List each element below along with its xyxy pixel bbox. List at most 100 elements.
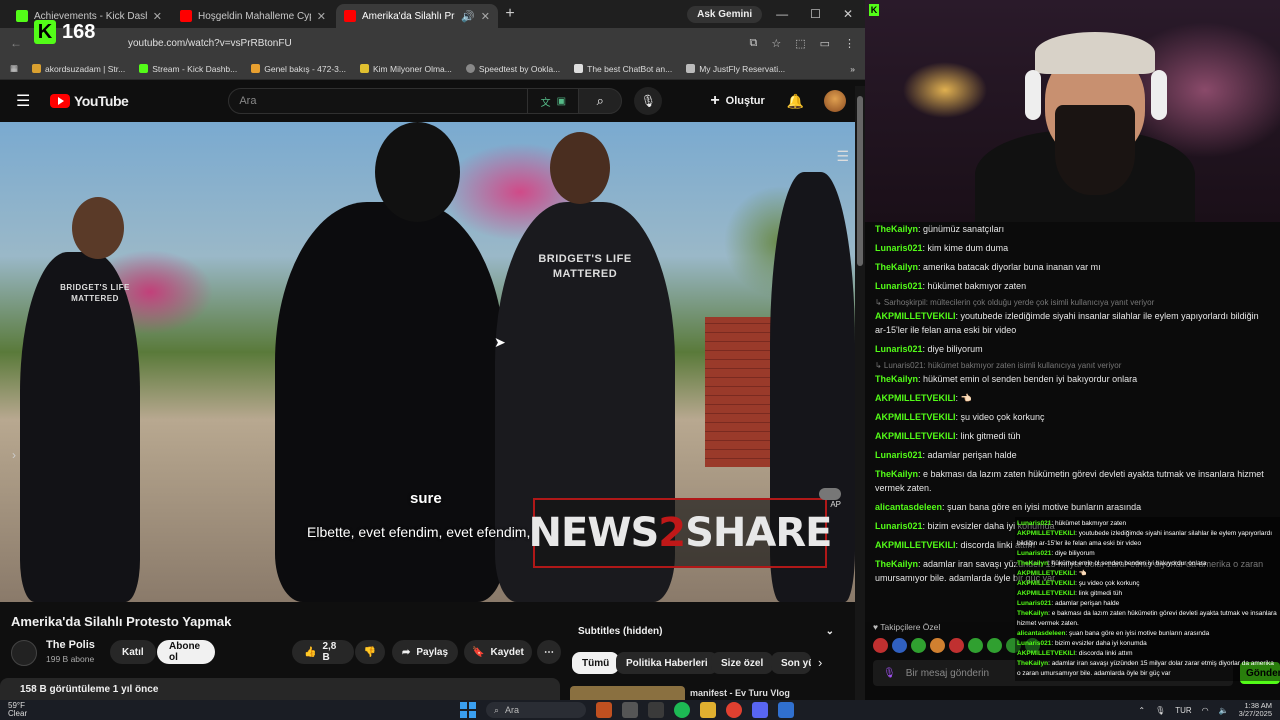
chip-politics[interactable]: Politika Haberleri — [616, 652, 718, 674]
emote-icon[interactable] — [968, 638, 983, 653]
search-button[interactable]: ⌕ — [578, 88, 623, 114]
folder-icon[interactable] — [700, 702, 716, 718]
tab-cypher[interactable]: Hoşgeldin Mahalleme Cypher - ✕ — [172, 4, 334, 28]
emote-icon[interactable] — [987, 638, 1002, 653]
chat-username[interactable]: TheKailyn — [875, 224, 918, 234]
new-tab-button[interactable]: + — [500, 5, 520, 23]
close-tab-icon[interactable]: ✕ — [481, 10, 490, 23]
chat-username[interactable]: Lunaris021 — [875, 521, 923, 531]
windows-start-icon[interactable] — [460, 702, 476, 718]
chat-username[interactable]: TheKailyn — [875, 469, 918, 479]
more-actions-button[interactable]: ⋯ — [537, 640, 561, 664]
back-icon[interactable]: ← — [10, 36, 22, 50]
mic-tray-icon[interactable]: 🎙 — [1155, 706, 1165, 715]
chevron-right-icon[interactable]: › — [818, 655, 822, 670]
emote-icon[interactable] — [930, 638, 945, 653]
recommended-thumbnail[interactable] — [570, 686, 685, 700]
hamburger-menu-icon[interactable]: ☰ — [16, 91, 34, 111]
volume-icon[interactable]: 🔈 — [1219, 706, 1229, 715]
taskbar-search[interactable]: ⌕ Ara — [486, 702, 586, 718]
language-indicator[interactable]: TUR — [1175, 706, 1191, 715]
bookmark-item[interactable]: Speedtest by Ookla... — [465, 64, 560, 74]
voice-search-button[interactable]: 🎙 — [634, 87, 663, 115]
share-button[interactable]: ➦ Paylaş — [392, 640, 458, 664]
recommended-title[interactable]: manifest - Ev Turu Vlog — [690, 688, 790, 698]
bookmarks-more-icon[interactable]: » — [850, 64, 855, 74]
chip-all[interactable]: Tümü — [572, 652, 620, 674]
clock[interactable]: 1:38 AM 3/27/2025 — [1239, 702, 1272, 718]
discord-icon[interactable] — [752, 702, 768, 718]
close-window-icon[interactable]: ✕ — [843, 7, 853, 21]
weather-widget[interactable]: 59°F Clear — [8, 702, 27, 718]
dislike-button[interactable]: 👎 — [355, 640, 385, 664]
video-menu-icon[interactable]: ☰ — [836, 148, 849, 165]
screen-icon[interactable]: ▣ — [557, 96, 566, 107]
scrollbar-thumb[interactable] — [857, 96, 863, 266]
speaker-icon[interactable]: 🔊 — [461, 10, 475, 23]
emote-icon[interactable] — [949, 638, 964, 653]
chip-recent[interactable]: Son yü — [771, 652, 811, 674]
join-button[interactable]: Katıl — [110, 640, 156, 664]
chat-username[interactable]: Lunaris021 — [875, 450, 923, 460]
extensions-icon[interactable]: ⬚ — [795, 37, 805, 50]
bookmark-item[interactable]: Genel bakış - 472-3... — [251, 64, 346, 74]
previous-arrow-icon[interactable]: › — [12, 448, 16, 462]
channel-name[interactable]: The Polis — [46, 639, 95, 651]
close-tab-icon[interactable]: ✕ — [153, 10, 162, 23]
microphone-icon[interactable]: 🎙 — [883, 668, 896, 679]
chat-username[interactable]: AKPMILLETVEKILI — [875, 412, 956, 422]
tray-chevron-icon[interactable]: ⌃ — [1138, 706, 1145, 715]
bookmark-star-icon[interactable]: ☆ — [771, 37, 781, 50]
app-icon[interactable] — [622, 702, 638, 718]
chat-username[interactable]: AKPMILLETVEKILI — [875, 393, 956, 403]
emote-icon[interactable] — [873, 638, 888, 653]
chat-username[interactable]: TheKailyn — [875, 262, 918, 272]
page-scrollbar[interactable] — [855, 86, 865, 700]
bookmark-item[interactable]: My JustFly Reservati... — [686, 64, 785, 74]
app-icon[interactable] — [778, 702, 794, 718]
split-view-icon[interactable]: ▭ — [820, 37, 830, 50]
chat-username[interactable]: AKPMILLETVEKILI — [875, 540, 956, 550]
subtitles-panel-header[interactable]: Subtitles (hidden) ⌄ — [570, 620, 842, 642]
chrome-icon[interactable] — [726, 702, 742, 718]
subscribe-button[interactable]: Abone ol — [157, 640, 215, 664]
user-avatar[interactable] — [824, 90, 847, 112]
video-player[interactable]: BRIDGET'S LIFE MATTERED BRIDGET'S LIFE M… — [0, 122, 855, 602]
menu-dots-icon[interactable]: ⋮ — [844, 37, 855, 50]
minimize-icon[interactable]: — — [776, 7, 788, 21]
autoplay-toggle[interactable] — [819, 488, 841, 500]
emote-icon[interactable] — [892, 638, 907, 653]
channel-avatar[interactable] — [11, 640, 37, 666]
save-button[interactable]: 🔖 Kaydet — [464, 640, 532, 664]
url-field[interactable]: youtube.com/watch?v=vsPrRBtonFU — [128, 38, 739, 49]
emote-icon[interactable] — [911, 638, 926, 653]
bookmark-item[interactable]: akordsuzadam | Str... — [32, 64, 125, 74]
tab-active-video[interactable]: Amerika'da Silahlı Protesto 🔊 ✕ — [336, 4, 498, 28]
notifications-bell-icon[interactable]: 🔔 — [787, 93, 804, 110]
chat-username[interactable]: Lunaris021 — [875, 281, 923, 291]
bookmark-item[interactable]: Kim Milyoner Olma... — [359, 64, 452, 74]
create-button[interactable]: + Oluştur — [710, 92, 764, 110]
chip-for-you[interactable]: Size özel — [711, 652, 774, 674]
youtube-logo[interactable]: YouTube — [50, 93, 129, 109]
chat-username[interactable]: AKPMILLETVEKILI — [875, 311, 956, 321]
search-input[interactable]: Ara — [228, 88, 529, 114]
bookmark-item[interactable]: Stream - Kick Dashb... — [139, 64, 237, 74]
app-icon[interactable] — [596, 702, 612, 718]
translate-icon[interactable]: 文 — [541, 94, 551, 109]
chat-username[interactable]: Lunaris021 — [875, 243, 923, 253]
chat-username[interactable]: alicantasdeleen — [875, 502, 942, 512]
bookmark-item[interactable]: The best ChatBot an... — [574, 64, 672, 74]
chat-username[interactable]: Lunaris021 — [875, 344, 923, 354]
install-icon[interactable]: ⧉ — [749, 37, 757, 50]
spotify-icon[interactable] — [674, 702, 690, 718]
apps-grid-icon[interactable]: ▦ — [10, 63, 18, 74]
chat-username[interactable]: TheKailyn — [875, 374, 918, 384]
wifi-icon[interactable]: ◠ — [1202, 706, 1209, 715]
ask-gemini-button[interactable]: Ask Gemini — [687, 5, 763, 23]
app-icon[interactable] — [648, 702, 664, 718]
close-tab-icon[interactable]: ✕ — [317, 10, 326, 23]
maximize-icon[interactable]: ☐ — [810, 7, 821, 21]
chat-username[interactable]: TheKailyn — [875, 559, 918, 569]
chat-username[interactable]: AKPMILLETVEKILI — [875, 431, 956, 441]
